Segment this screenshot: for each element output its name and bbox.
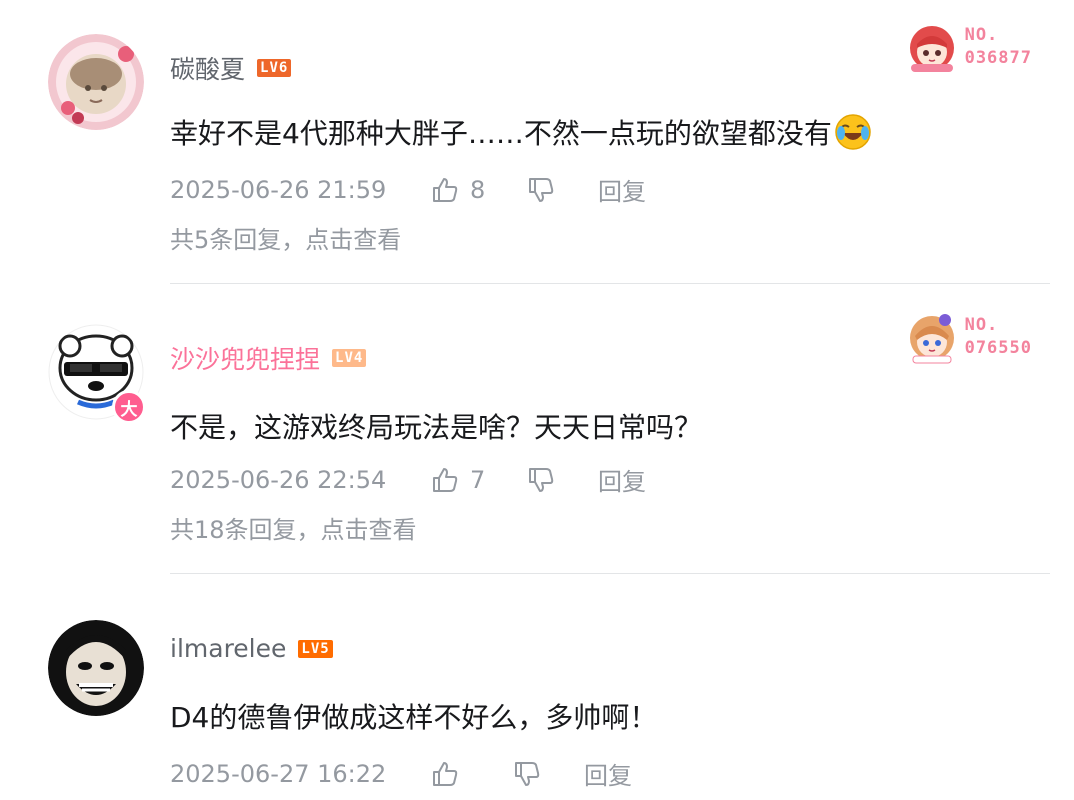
username[interactable]: 沙沙兜兜捏捏 (170, 340, 320, 376)
thumbs-up-icon (433, 467, 458, 492)
avatar[interactable] (48, 620, 144, 716)
timestamp: 2025-06-26 22:54 (170, 465, 387, 494)
fan-badge: NO. 036877 (903, 18, 1032, 76)
level-badge: LV4 (332, 349, 367, 367)
thumbs-down-icon (529, 467, 554, 492)
laugh-cry-emoji-icon (834, 113, 872, 158)
username[interactable]: ilmarelee (170, 634, 286, 663)
avatar[interactable] (48, 34, 144, 130)
comment-item: ilmarelee LV5 D4的德鲁伊做成这样不好么，多帅啊！ 2025-06… (0, 574, 1074, 800)
like-count: 7 (470, 465, 486, 494)
fan-badge-number: 076550 (964, 338, 1032, 358)
fan-badge-character-icon (909, 26, 954, 72)
thumbs-down-icon (529, 177, 554, 202)
like-button[interactable] (430, 759, 512, 789)
reply-button[interactable]: 回复 (598, 462, 646, 497)
level-badge: LV6 (257, 59, 292, 77)
timestamp: 2025-06-26 21:59 (170, 175, 387, 204)
comment-text: 不是，这游戏终局玩法是啥？天天日常吗？ (170, 411, 703, 444)
like-button[interactable]: 8 (430, 175, 526, 205)
level-badge: LV5 (298, 639, 333, 658)
fan-badge-label: NO. (964, 25, 999, 45)
like-count: 8 (470, 175, 486, 204)
like-button[interactable]: 7 (430, 465, 526, 495)
comment-item: 大 沙沙兜兜捏捏 LV4 不是，这游戏终局玩法是啥？天天日常吗？ 2025-06… (0, 284, 1074, 574)
fan-badge-number: 036877 (964, 48, 1032, 68)
dislike-button[interactable] (512, 759, 584, 789)
timestamp: 2025-06-27 16:22 (170, 759, 387, 788)
view-replies-link[interactable]: 共18条回复，点击查看 (170, 510, 417, 545)
fan-badge: NO. 076550 (903, 308, 1032, 366)
dislike-button[interactable] (526, 465, 598, 495)
username[interactable]: 碳酸夏 (170, 50, 245, 86)
comment-text: D4的德鲁伊做成这样不好么，多帅啊！ (170, 701, 658, 734)
fan-badge-character-icon (909, 314, 954, 364)
avatar-badge: 大 (112, 390, 146, 424)
comment-text-body: 幸好不是4代那种大胖子……不然一点玩的欲望都没有 (170, 117, 832, 150)
comment-meta: 2025-06-26 22:54 7 回复 (170, 462, 646, 497)
dislike-button[interactable] (526, 175, 598, 205)
thumbs-up-icon (433, 177, 458, 202)
thumbs-up-icon (433, 761, 458, 786)
comment-meta: 2025-06-27 16:22 回复 (170, 756, 632, 791)
fan-badge-label: NO. (964, 315, 999, 335)
comment-meta: 2025-06-26 21:59 8 回复 (170, 172, 646, 207)
reply-button[interactable]: 回复 (584, 756, 632, 791)
comment-text: 幸好不是4代那种大胖子……不然一点玩的欲望都没有 (170, 112, 872, 158)
comment-item: 碳酸夏 LV6 幸好不是4代那种大胖子……不然一点玩的欲望都没有 2025-06… (0, 0, 1074, 284)
view-replies-link[interactable]: 共5条回复，点击查看 (170, 220, 401, 255)
reply-button[interactable]: 回复 (598, 172, 646, 207)
thumbs-down-icon (515, 761, 540, 786)
